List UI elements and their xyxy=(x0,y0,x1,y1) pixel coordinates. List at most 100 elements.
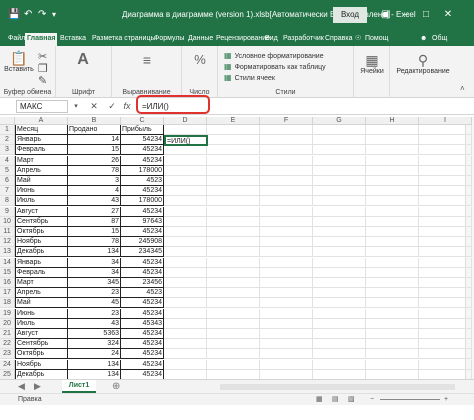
row-header[interactable]: 6 xyxy=(0,176,15,186)
table-cell[interactable]: 45234 xyxy=(121,257,164,268)
table-cell[interactable]: 34 xyxy=(68,267,121,278)
empty-cell[interactable] xyxy=(419,135,472,146)
empty-cell[interactable] xyxy=(164,125,207,135)
add-sheet-icon[interactable]: ⊕ xyxy=(112,381,120,392)
empty-cell[interactable] xyxy=(313,135,366,146)
empty-cell[interactable] xyxy=(366,125,419,135)
empty-cell[interactable] xyxy=(164,186,207,197)
empty-cell[interactable] xyxy=(313,186,366,197)
table-cell[interactable]: 45234 xyxy=(121,359,164,370)
active-cell[interactable]: =ИЛИ() xyxy=(164,135,208,147)
empty-cell[interactable] xyxy=(164,165,207,176)
table-cell[interactable]: 4523 xyxy=(121,288,164,299)
table-cell[interactable]: 45234 xyxy=(121,227,164,237)
tab-review[interactable]: Рецензирование xyxy=(216,33,270,46)
empty-cell[interactable] xyxy=(366,145,419,156)
row-header[interactable]: 17 xyxy=(0,288,15,299)
customize-toolbar-icon[interactable]: ▾ xyxy=(52,9,56,21)
empty-cell[interactable] xyxy=(207,176,260,186)
table-cell[interactable]: 43 xyxy=(68,318,121,329)
empty-cell[interactable] xyxy=(313,237,366,248)
format-painter-icon[interactable]: ✎ xyxy=(38,74,47,87)
empty-cell[interactable] xyxy=(260,196,313,207)
empty-cell[interactable] xyxy=(366,186,419,197)
empty-cell[interactable] xyxy=(207,206,260,217)
table-cell[interactable]: 15 xyxy=(68,227,121,237)
empty-cell[interactable] xyxy=(164,308,207,319)
table-cell[interactable]: Март xyxy=(15,155,68,166)
font-button[interactable]: A xyxy=(68,52,98,68)
table-cell[interactable]: Май xyxy=(15,298,68,309)
table-cell[interactable]: 345 xyxy=(68,278,121,288)
share-label[interactable]: Общ xyxy=(432,33,447,45)
empty-cell[interactable] xyxy=(207,308,260,319)
page-break-view-icon[interactable]: ▧ xyxy=(348,395,355,405)
zoom-in-icon[interactable]: + xyxy=(444,395,448,405)
table-cell[interactable]: 45234 xyxy=(121,267,164,278)
empty-cell[interactable] xyxy=(207,135,260,146)
table-cell[interactable]: 45234 xyxy=(121,329,164,339)
column-header-d[interactable]: D xyxy=(164,117,207,125)
table-cell[interactable]: 45234 xyxy=(121,155,164,166)
empty-cell[interactable] xyxy=(366,267,419,278)
empty-cell[interactable] xyxy=(313,257,366,268)
empty-cell[interactable] xyxy=(419,237,472,248)
zoom-slider[interactable] xyxy=(380,399,440,400)
table-header-cell[interactable]: Продано xyxy=(68,125,121,135)
empty-cell[interactable] xyxy=(366,165,419,176)
lightbulb-icon[interactable]: ☉ xyxy=(355,33,361,45)
tab-insert[interactable]: Вставка xyxy=(60,33,86,46)
table-cell[interactable]: 43 xyxy=(68,196,121,207)
empty-cell[interactable] xyxy=(207,216,260,227)
empty-cell[interactable] xyxy=(260,359,313,370)
empty-cell[interactable] xyxy=(419,329,472,339)
empty-cell[interactable] xyxy=(207,186,260,197)
empty-cell[interactable] xyxy=(260,329,313,339)
close-icon[interactable]: ✕ xyxy=(440,7,456,23)
redo-icon[interactable]: ↷ xyxy=(38,9,46,21)
empty-cell[interactable] xyxy=(419,267,472,278)
empty-cell[interactable] xyxy=(366,369,419,379)
conditional-formatting-button[interactable]: ▦ Условное форматирование xyxy=(224,51,324,62)
empty-cell[interactable] xyxy=(260,145,313,156)
table-cell[interactable]: 97643 xyxy=(121,216,164,227)
table-cell[interactable]: 23456 xyxy=(121,278,164,288)
tab-view[interactable]: Вид xyxy=(265,33,278,46)
empty-cell[interactable] xyxy=(313,298,366,309)
table-cell[interactable]: 134 xyxy=(68,369,121,379)
empty-cell[interactable] xyxy=(313,308,366,319)
cells-button[interactable]: ▦ Ячейки xyxy=(356,52,388,75)
empty-cell[interactable] xyxy=(260,186,313,197)
empty-cell[interactable] xyxy=(164,145,207,156)
select-all-corner[interactable] xyxy=(0,117,15,125)
table-cell[interactable]: Ноябрь xyxy=(15,237,68,248)
column-header-e[interactable]: E xyxy=(207,117,260,125)
empty-cell[interactable] xyxy=(207,257,260,268)
table-cell[interactable]: 134 xyxy=(68,359,121,370)
table-cell[interactable]: Июль xyxy=(15,318,68,329)
empty-cell[interactable] xyxy=(207,278,260,288)
row-header[interactable]: 22 xyxy=(0,339,15,350)
empty-cell[interactable] xyxy=(260,288,313,299)
row-header[interactable]: 2 xyxy=(0,135,15,146)
empty-cell[interactable] xyxy=(419,176,472,186)
table-cell[interactable]: 45234 xyxy=(121,369,164,379)
empty-cell[interactable] xyxy=(419,196,472,207)
tab-home[interactable]: Главная xyxy=(25,33,58,46)
empty-cell[interactable] xyxy=(207,339,260,350)
empty-cell[interactable] xyxy=(419,125,472,135)
empty-cell[interactable] xyxy=(419,339,472,350)
table-cell[interactable]: 45234 xyxy=(121,308,164,319)
column-header-i[interactable]: I xyxy=(419,117,472,125)
empty-cell[interactable] xyxy=(164,298,207,309)
empty-cell[interactable] xyxy=(313,349,366,360)
empty-cell[interactable] xyxy=(419,155,472,166)
table-cell[interactable]: 45234 xyxy=(121,339,164,350)
table-cell[interactable]: Октябрь xyxy=(15,227,68,237)
empty-cell[interactable] xyxy=(164,288,207,299)
empty-cell[interactable] xyxy=(419,298,472,309)
empty-cell[interactable] xyxy=(366,176,419,186)
empty-cell[interactable] xyxy=(164,196,207,207)
column-header-a[interactable]: A xyxy=(15,117,68,125)
empty-cell[interactable] xyxy=(419,318,472,329)
